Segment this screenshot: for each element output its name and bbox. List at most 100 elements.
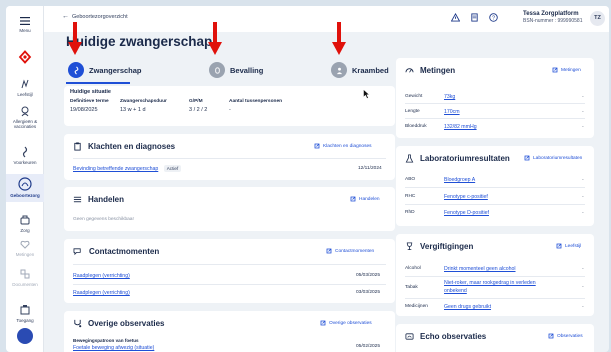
observations-link[interactable]: Overige observaties [320,320,372,326]
lab-value[interactable]: Fenotype D-positief [444,210,489,216]
card-header: Laboratoriumresultaten [405,154,510,163]
top-bar: ← Geboortezorgoverzicht ? Tessa Zorgplatf… [44,6,609,32]
lab-value[interactable]: Bloedgroep A [444,177,475,183]
rail-item-menu[interactable]: Menu [6,16,44,33]
tab-label: Bevalling [230,65,264,75]
documents-icon [20,269,30,279]
row-dash: - [582,109,584,115]
situation-value: 3 / 2 / 2 [189,107,208,113]
link-label: Leefstijl [565,243,582,249]
rail-item-toegang[interactable]: Toegang [6,304,44,323]
top-icons: ? [451,13,498,22]
rail-label: Metingen [15,252,35,257]
clipboard-icon [74,142,81,151]
app-window: Menu Leefstijl Allergieën & vaccinaties … [6,6,609,352]
lab-value[interactable]: Fenotype c-positief [444,194,488,200]
lab-link[interactable]: Laboratoriumresultaten [524,155,582,161]
contact-date: 03/03/2025 [356,290,381,295]
rail-item-voorkeuren[interactable]: Voorkeuren [6,146,44,165]
diagnosis-label[interactable]: Bevinding betreffende zwangerschap [73,166,158,172]
avatar[interactable] [17,328,33,344]
echo-link[interactable]: Observaties [548,333,583,339]
situation-title: Huidige situatie [70,89,111,95]
back-label: Geboortezorgoverzicht [72,14,128,20]
document-icon[interactable] [470,13,479,22]
divider [405,276,585,277]
rail-label: Menu [19,28,31,33]
rail-item-leefstijl[interactable]: Leefstijl [6,78,44,97]
tab-zwangerschap[interactable]: Zwangerschap [68,58,142,82]
measurement-label: Bloeddruk [405,124,427,129]
actions-link[interactable]: Handelen [350,196,380,202]
intox-value[interactable]: Geen drugs gebruikt [444,304,491,310]
card-measurements: Metingen Metingen Gewicht 73kg - Lengte … [396,58,594,138]
observation-row[interactable]: Foetale beweging afwezig (situatie) [73,345,154,351]
rail-item-allergie[interactable]: Allergieën & vaccinaties [6,105,44,129]
card-other-observations: Overige observaties Overige observaties … [64,311,395,352]
user-avatar[interactable]: TZ [590,11,605,26]
situation-value: - [229,107,231,113]
annotation-arrow [208,22,222,55]
card-title: Contactmomenten [89,247,160,256]
access-icon [20,305,30,315]
preferences-icon [22,146,28,158]
intox-value[interactable]: Drinkt momenteel geen alcohol [444,266,516,272]
measurement-value[interactable]: 132/82 mmHg [444,124,477,130]
tab-kraambed[interactable]: Kraambed [331,58,389,82]
row-dash: - [582,124,584,130]
postpartum-icon [331,62,347,78]
contact-link[interactable]: Contactmomenten [326,248,374,254]
observation-label[interactable]: Foetale beweging afwezig (situatie) [73,345,154,351]
card-intoxications: Vergiftigingen Leefstijl Alcohol Drinkt … [396,234,594,316]
link-label: Metingen [561,67,581,73]
rail-label: Geboortezorg [10,193,40,198]
link-label: Contactmomenten [335,248,375,254]
card-actions: Handelen Handelen Geen gegevens beschikb… [64,187,395,231]
stethoscope-icon [74,319,82,328]
intox-value[interactable]: Niet-roker, maar rookgedrag in verleden [444,280,536,286]
back-arrow-icon: ← [62,13,69,20]
row-dash: - [582,266,584,272]
lab-label: ABO [405,177,416,182]
contact-label[interactable]: Raadplegen (verrichting) [73,273,130,279]
situation-header: Zwangerschapsduur [120,99,167,104]
rail-label: Voorkeuren [13,160,37,165]
lifestyle-link[interactable]: Leefstijl [556,243,581,249]
contact-label[interactable]: Raadplegen (verrichting) [73,290,130,296]
divider [405,118,585,119]
tab-bevalling[interactable]: Bevalling [209,58,263,82]
warning-icon[interactable] [451,13,460,22]
back-link[interactable]: ← Geboortezorgoverzicht [62,13,128,20]
contact-row[interactable]: Raadplegen (verrichting) [73,273,130,279]
measurement-value[interactable]: 170cm [444,109,460,115]
measurement-label: Gewicht [405,94,423,99]
rail-item-zorg[interactable]: Zorg [6,214,44,233]
chat-icon [73,248,81,256]
intox-label: Medicijnen [405,304,428,309]
complaints-link[interactable]: Klachten en diagnoses [314,143,372,149]
rail-item-metingen[interactable]: Metingen [6,238,44,257]
rail-item-documenten[interactable]: Documenten [6,268,44,287]
menu-icon [20,17,30,25]
rail-item-geboortezorg[interactable]: Geboortezorg [6,174,44,202]
external-link-icon [552,67,558,73]
card-title: Laboratoriumresultaten [420,154,510,163]
situation-header: G/P/M [189,99,203,104]
rail-item-logo[interactable] [6,50,44,66]
intox-label: Tabak [405,285,418,290]
measurement-value[interactable]: 73kg [444,94,455,100]
diagnosis-row[interactable]: Bevinding betreffende zwangerschap Actie… [73,165,182,172]
measurements-icon [20,240,30,249]
mouse-cursor-icon [363,89,370,99]
card-header: Handelen [73,195,124,204]
rail-label: Leefstijl [17,92,33,97]
card-header: Vergiftigingen [405,242,473,251]
contact-row[interactable]: Raadplegen (verrichting) [73,290,130,296]
app-logo-icon [18,50,32,64]
help-icon[interactable]: ? [489,13,498,22]
link-label: Laboratoriumresultaten [533,155,583,161]
divider [73,158,386,159]
external-link-icon [548,333,554,339]
intox-value[interactable]: onbekend [444,288,467,294]
measurements-link[interactable]: Metingen [552,67,581,73]
